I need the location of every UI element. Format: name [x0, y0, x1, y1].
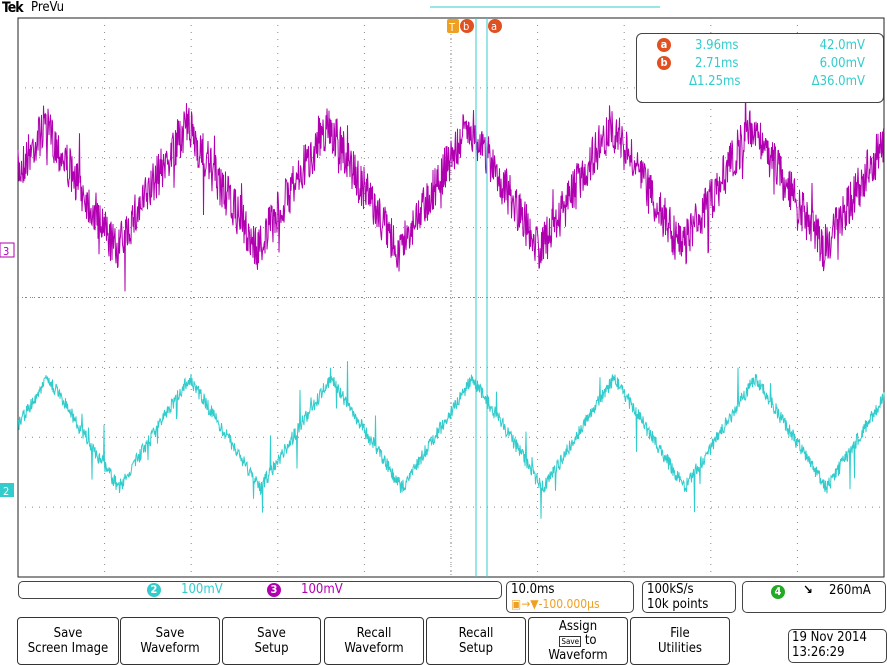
- horizontal-delay: -100.000µs: [538, 597, 600, 611]
- button-label: Setup: [254, 641, 289, 656]
- date-time-display: 19 Nov 2014 13:26:29: [788, 629, 887, 663]
- trigger-delay-icon: ▣→▼: [511, 597, 539, 611]
- ch3-marker-label: 3: [3, 245, 9, 258]
- delta-time: Δ1.25ms: [689, 74, 741, 89]
- button-label: Utilities: [657, 641, 703, 656]
- channel-scale-bar[interactable]: 2 100mV 3 100mV: [18, 581, 502, 599]
- button-label: Waveform: [140, 641, 200, 656]
- cursor-readout: a 3.96ms 42.0mV b 2.71ms 6.00mV Δ1.25ms Δ36.0…: [636, 33, 884, 103]
- button-label: to: [584, 632, 597, 648]
- cursor-a-value: 42.0mV: [819, 38, 865, 53]
- cursor-b-time: 2.71ms: [695, 56, 739, 71]
- cursor-a-time: 3.96ms: [695, 38, 739, 53]
- button-label: Assign: [558, 618, 598, 634]
- button-label: Save: [155, 626, 185, 641]
- ch3-scale[interactable]: 100mV: [301, 582, 343, 597]
- assign-save-button[interactable]: Assign Save to Waveform: [528, 617, 628, 665]
- recall-waveform-button[interactable]: Recall Waveform: [324, 617, 424, 665]
- button-label: Save: [53, 626, 83, 641]
- ch3-badge[interactable]: 3: [267, 583, 281, 597]
- button-label: Recall: [458, 626, 494, 641]
- horizontal-scale: 10.0ms: [511, 582, 555, 597]
- file-utilities-button[interactable]: File Utilities: [630, 617, 730, 665]
- button-label: Setup: [458, 641, 494, 656]
- button-label: Screen Image: [27, 641, 109, 656]
- trigger-settings[interactable]: 4 ↘ 260mA: [742, 581, 886, 613]
- recall-setup-button[interactable]: Recall Setup: [426, 617, 526, 665]
- button-label: Waveform: [344, 641, 404, 656]
- ch2-scale[interactable]: 100mV: [181, 582, 223, 597]
- delta-value: Δ36.0mV: [811, 74, 865, 89]
- button-label: File: [670, 626, 690, 641]
- cursor-b-value: 6.00mV: [819, 56, 865, 71]
- acquisition-settings[interactable]: 100kS/s 10k points: [642, 581, 736, 613]
- time: 13:26:29: [792, 645, 845, 660]
- acquisition-mode: PreVu: [31, 0, 65, 15]
- button-label: Waveform: [548, 647, 608, 663]
- save-waveform-button[interactable]: Save Waveform: [120, 617, 220, 665]
- cursor-b-badge: b: [657, 56, 671, 70]
- save-screen-image-button[interactable]: Save Screen Image: [17, 617, 119, 665]
- ch2-marker-label: 2: [3, 485, 9, 498]
- date: 19 Nov 2014: [792, 630, 867, 645]
- falling-edge-icon: ↘: [803, 583, 813, 598]
- trigger-marker-label: T: [448, 21, 456, 34]
- trigger-level: 260mA: [829, 583, 871, 598]
- cursor-b-marker-label: b: [463, 20, 469, 33]
- record-length: 10k points: [647, 597, 709, 612]
- button-label: Save: [257, 626, 286, 641]
- cursor-a-marker-label: a: [491, 20, 497, 33]
- horizontal-settings[interactable]: 10.0ms ▣→▼-100.000µs: [506, 581, 634, 613]
- sample-rate: 100kS/s: [647, 582, 694, 597]
- button-label: Recall: [356, 626, 392, 641]
- save-key-icon: Save: [559, 635, 582, 647]
- ch2-badge[interactable]: 2: [147, 583, 161, 597]
- trigger-source-badge: 4: [771, 585, 785, 599]
- brand-logo: Tek: [2, 0, 24, 16]
- save-setup-button[interactable]: Save Setup: [222, 617, 321, 665]
- cursor-a-badge: a: [657, 38, 671, 52]
